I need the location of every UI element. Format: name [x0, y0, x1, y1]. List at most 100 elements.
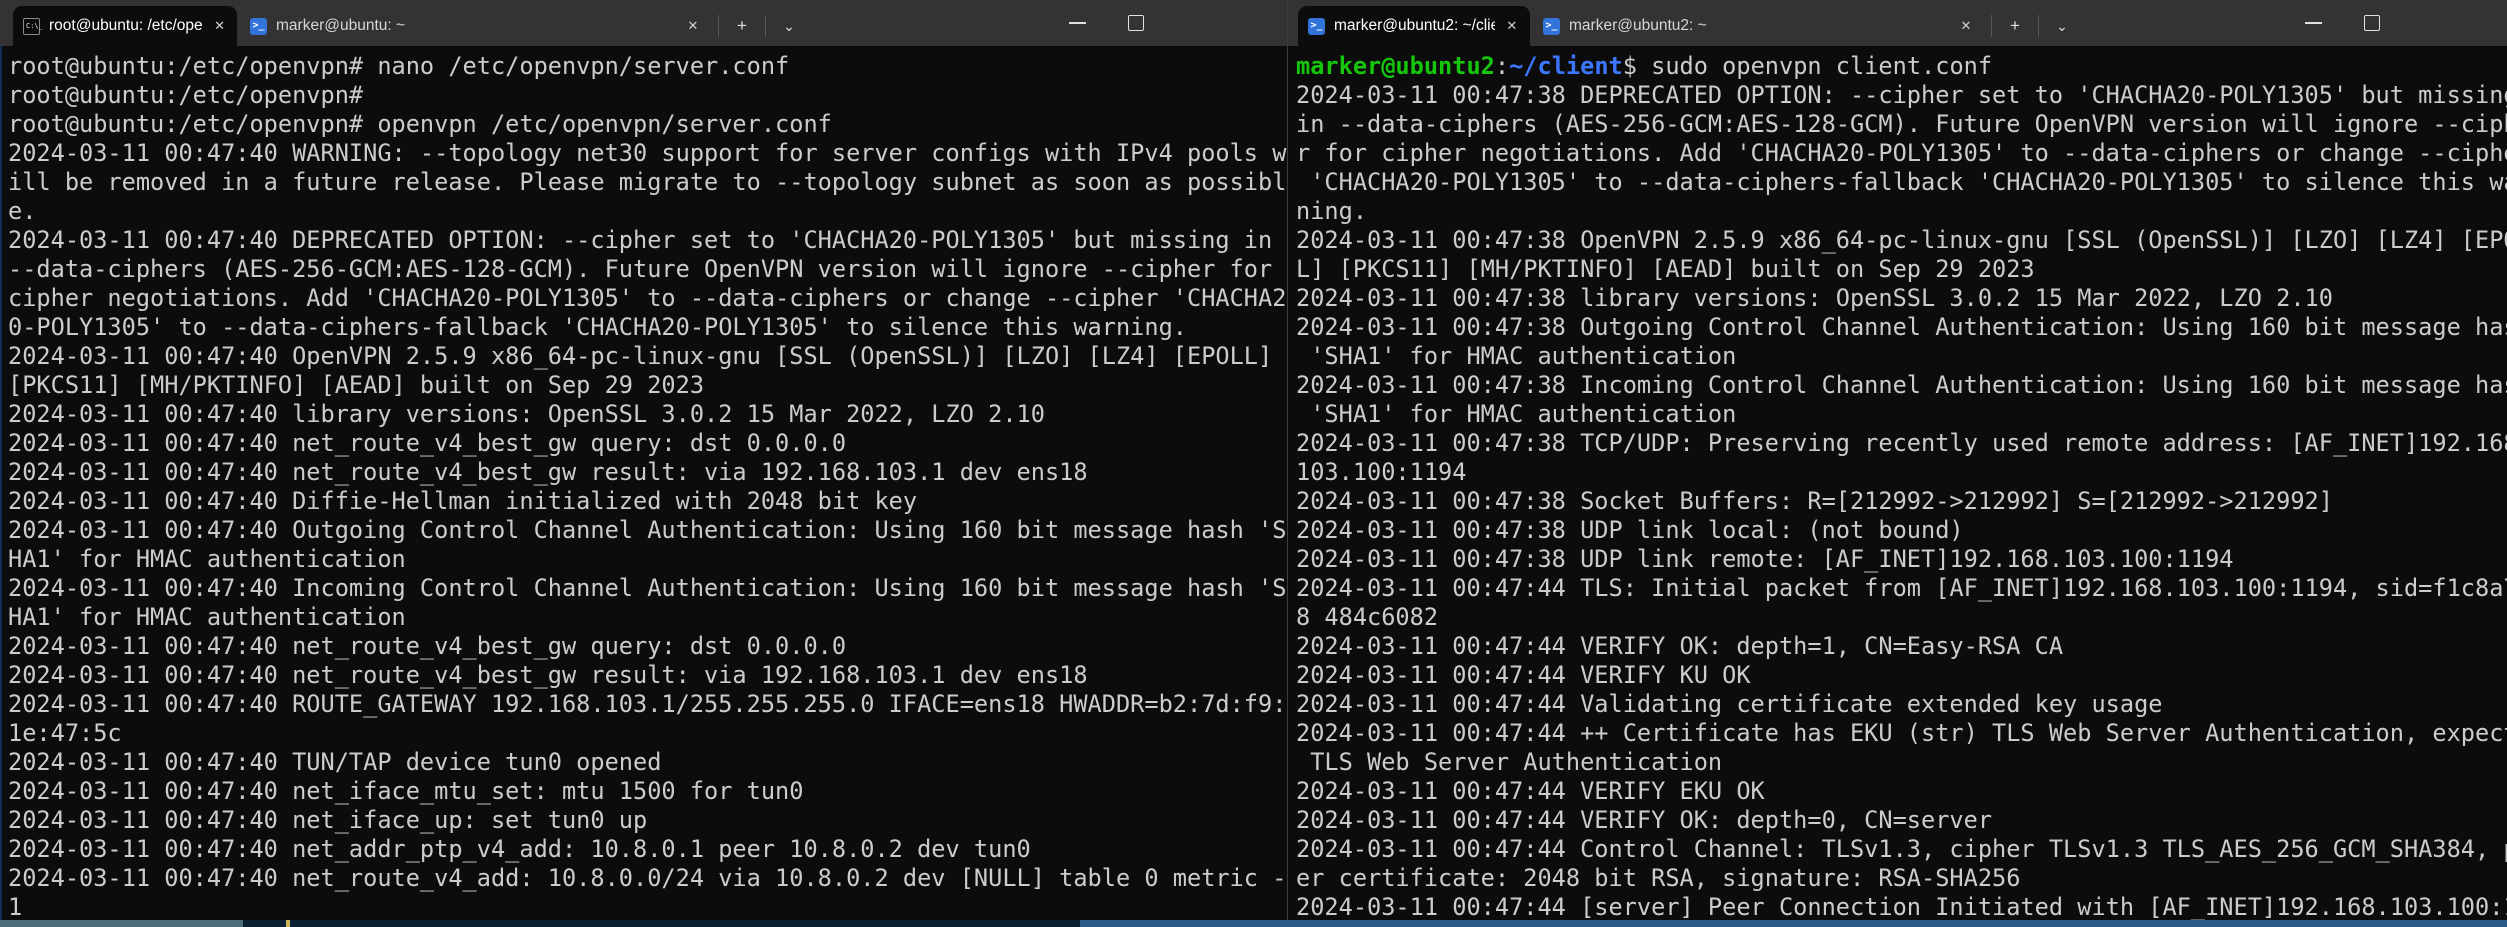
terminal-line: 2024-03-11 00:47:40 TUN/TAP device tun0 … — [8, 748, 1287, 777]
terminal-line: 2024-03-11 00:47:44 VERIFY KU OK — [1296, 661, 2507, 690]
taskbar-segment — [243, 920, 1080, 927]
terminal-line: 2024-03-11 00:47:38 Incoming Control Cha… — [1296, 371, 2507, 400]
terminal-line: root@ubuntu:/etc/openvpn# openvpn /etc/o… — [8, 110, 1287, 139]
terminal-line: 2024-03-11 00:47:40 WARNING: --topology … — [8, 139, 1287, 168]
maximize-icon — [2364, 15, 2380, 31]
terminal-line: 2024-03-11 00:47:44 [server] Peer Connec… — [1296, 893, 2507, 922]
tab-title: marker@ubuntu2: ~ — [1569, 17, 1707, 35]
terminal-output-server[interactable]: root@ubuntu:/etc/openvpn# nano /etc/open… — [0, 46, 1287, 927]
divider — [718, 15, 719, 37]
terminal-line: 'SHA1' for HMAC authentication — [1296, 400, 2507, 429]
prompt-user-host: marker@ubuntu2 — [1296, 52, 1495, 80]
terminal-line: 2024-03-11 00:47:38 OpenVPN 2.5.9 x86_64… — [1296, 226, 2507, 255]
divider — [765, 15, 766, 37]
tab-root-ubuntu-etc-openvpn[interactable]: C:\_ root@ubuntu: /etc/openvpn ✕ — [13, 6, 237, 46]
close-tab-icon[interactable]: ✕ — [1504, 17, 1520, 35]
tab-marker-ubuntu2-home[interactable]: >_ marker@ubuntu2: ~ ✕ — [1533, 6, 1985, 46]
terminal-line: er certificate: 2048 bit RSA, signature:… — [1296, 864, 2507, 893]
terminal-line: 2024-03-11 00:47:40 net_iface_mtu_set: m… — [8, 777, 1287, 806]
terminal-line: in --data-ciphers (AES-256-GCM:AES-128-G… — [1296, 110, 2507, 139]
tab-title: root@ubuntu: /etc/openvpn — [49, 17, 203, 35]
shell-prompt-line: marker@ubuntu2:~/client$ sudo openvpn cl… — [1296, 52, 2507, 81]
terminal-line: 2024-03-11 00:47:38 UDP link remote: [AF… — [1296, 545, 2507, 574]
terminal-line: 2024-03-11 00:47:40 Diffie-Hellman initi… — [8, 487, 1287, 516]
terminal-line: 2024-03-11 00:47:38 library versions: Op… — [1296, 284, 2507, 313]
new-tab-button[interactable]: + — [725, 9, 759, 43]
terminal-line: 1 — [8, 893, 1287, 922]
powershell-icon: >_ — [1308, 18, 1325, 35]
tab-bar: >_ marker@ubuntu2: ~/client ✕ >_ marker@… — [1288, 0, 2507, 46]
tab-marker-ubuntu2-client[interactable]: >_ marker@ubuntu2: ~/client ✕ — [1298, 6, 1530, 46]
terminal-window-client: >_ marker@ubuntu2: ~/client ✕ >_ marker@… — [1287, 0, 2507, 927]
terminal-line: 2024-03-11 00:47:44 VERIFY EKU OK — [1296, 777, 2507, 806]
close-tab-icon[interactable]: ✕ — [684, 17, 702, 35]
terminal-line: root@ubuntu:/etc/openvpn# nano /etc/open… — [8, 52, 1287, 81]
terminal-line: r for cipher negotiations. Add 'CHACHA20… — [1296, 139, 2507, 168]
taskbar-segment — [0, 920, 243, 927]
terminal-line: 2024-03-11 00:47:38 DEPRECATED OPTION: -… — [1296, 81, 2507, 110]
terminal-line: 2024-03-11 00:47:40 library versions: Op… — [8, 400, 1287, 429]
terminal-line: 2024-03-11 00:47:40 OpenVPN 2.5.9 x86_64… — [8, 342, 1287, 371]
terminal-line: 103.100:1194 — [1296, 458, 2507, 487]
tab-marker-ubuntu-home[interactable]: >_ marker@ubuntu: ~ ✕ — [240, 6, 712, 46]
close-tab-icon[interactable]: ✕ — [212, 17, 227, 35]
terminal-line: 2024-03-11 00:47:40 net_route_v4_add: 10… — [8, 864, 1287, 893]
terminal-line: 2024-03-11 00:47:44 VERIFY OK: depth=1, … — [1296, 632, 2507, 661]
terminal-line: 2024-03-11 00:47:44 ++ Certificate has E… — [1296, 719, 2507, 748]
terminal-line: root@ubuntu:/etc/openvpn# — [8, 81, 1287, 110]
terminal-line: 2024-03-11 00:47:44 TLS: Initial packet … — [1296, 574, 2507, 603]
divider — [2038, 15, 2039, 37]
terminal-line: L] [PKCS11] [MH/PKTINFO] [AEAD] built on… — [1296, 255, 2507, 284]
tab-dropdown-button[interactable]: ⌄ — [2045, 9, 2079, 43]
maximize-button[interactable] — [1113, 3, 1159, 43]
terminal-line: 2024-03-11 00:47:40 net_route_v4_best_gw… — [8, 632, 1287, 661]
cmd-icon: C:\_ — [23, 18, 40, 35]
terminal-line: cipher negotiations. Add 'CHACHA20-POLY1… — [8, 284, 1287, 313]
minimize-button[interactable] — [1054, 3, 1100, 43]
terminal-line: 2024-03-11 00:47:40 net_addr_ptp_v4_add:… — [8, 835, 1287, 864]
terminal-line: 2024-03-11 00:47:40 net_iface_up: set tu… — [8, 806, 1287, 835]
terminal-output-client[interactable]: marker@ubuntu2:~/client$ sudo openvpn cl… — [1288, 46, 2507, 927]
divider — [1991, 15, 1992, 37]
minimize-icon — [1069, 22, 1086, 24]
taskbar-strip[interactable] — [0, 920, 2507, 927]
terminal-line: HA1' for HMAC authentication — [8, 545, 1287, 574]
terminal-line: 2024-03-11 00:47:38 UDP link local: (not… — [1296, 516, 2507, 545]
terminal-line: 1e:47:5c — [8, 719, 1287, 748]
terminal-line: 2024-03-11 00:47:38 Socket Buffers: R=[2… — [1296, 487, 2507, 516]
terminal-line: 2024-03-11 00:47:40 net_route_v4_best_gw… — [8, 458, 1287, 487]
close-tab-icon[interactable]: ✕ — [1957, 17, 1975, 35]
new-tab-button[interactable]: + — [1998, 9, 2032, 43]
tab-title: marker@ubuntu: ~ — [276, 17, 405, 35]
maximize-icon — [1128, 15, 1144, 31]
terminal-line: 2024-03-11 00:47:40 ROUTE_GATEWAY 192.16… — [8, 690, 1287, 719]
terminal-line: 2024-03-11 00:47:40 net_route_v4_best_gw… — [8, 661, 1287, 690]
terminal-line: 8 484c6082 — [1296, 603, 2507, 632]
terminal-line: [PKCS11] [MH/PKTINFO] [AEAD] built on Se… — [8, 371, 1287, 400]
tab-dropdown-button[interactable]: ⌄ — [772, 9, 806, 43]
terminal-line: TLS Web Server Authentication — [1296, 748, 2507, 777]
terminal-line: 2024-03-11 00:47:40 net_route_v4_best_gw… — [8, 429, 1287, 458]
terminal-line: 2024-03-11 00:47:44 Control Channel: TLS… — [1296, 835, 2507, 864]
terminal-line: --data-ciphers (AES-256-GCM:AES-128-GCM)… — [8, 255, 1287, 284]
terminal-line: 'SHA1' for HMAC authentication — [1296, 342, 2507, 371]
terminal-line: 2024-03-11 00:47:44 VERIFY OK: depth=0, … — [1296, 806, 2507, 835]
prompt-command: $ sudo openvpn client.conf — [1623, 52, 1992, 80]
maximize-button[interactable] — [2349, 3, 2395, 43]
prompt-path: ~/client — [1509, 52, 1623, 80]
minimize-button[interactable] — [2290, 3, 2336, 43]
terminal-line: 2024-03-11 00:47:38 TCP/UDP: Preserving … — [1296, 429, 2507, 458]
tab-bar: C:\_ root@ubuntu: /etc/openvpn ✕ >_ mark… — [0, 0, 1287, 46]
terminal-line: 'CHACHA20-POLY1305' to --data-ciphers-fa… — [1296, 168, 2507, 197]
terminal-window-server: C:\_ root@ubuntu: /etc/openvpn ✕ >_ mark… — [0, 0, 1287, 927]
terminal-line: ill be removed in a future release. Plea… — [8, 168, 1287, 197]
terminal-line: 2024-03-11 00:47:40 Outgoing Control Cha… — [8, 516, 1287, 545]
terminal-log: 2024-03-11 00:47:38 DEPRECATED OPTION: -… — [1296, 81, 2507, 922]
powershell-icon: >_ — [250, 18, 267, 35]
terminal-line: 2024-03-11 00:47:40 Incoming Control Cha… — [8, 574, 1287, 603]
prompt-colon: : — [1495, 52, 1509, 80]
window-edge-accent — [0, 46, 2, 920]
terminal-line: HA1' for HMAC authentication — [8, 603, 1287, 632]
desktop-screen: C:\_ root@ubuntu: /etc/openvpn ✕ >_ mark… — [0, 0, 2507, 927]
taskbar-accent-tick — [286, 920, 290, 927]
